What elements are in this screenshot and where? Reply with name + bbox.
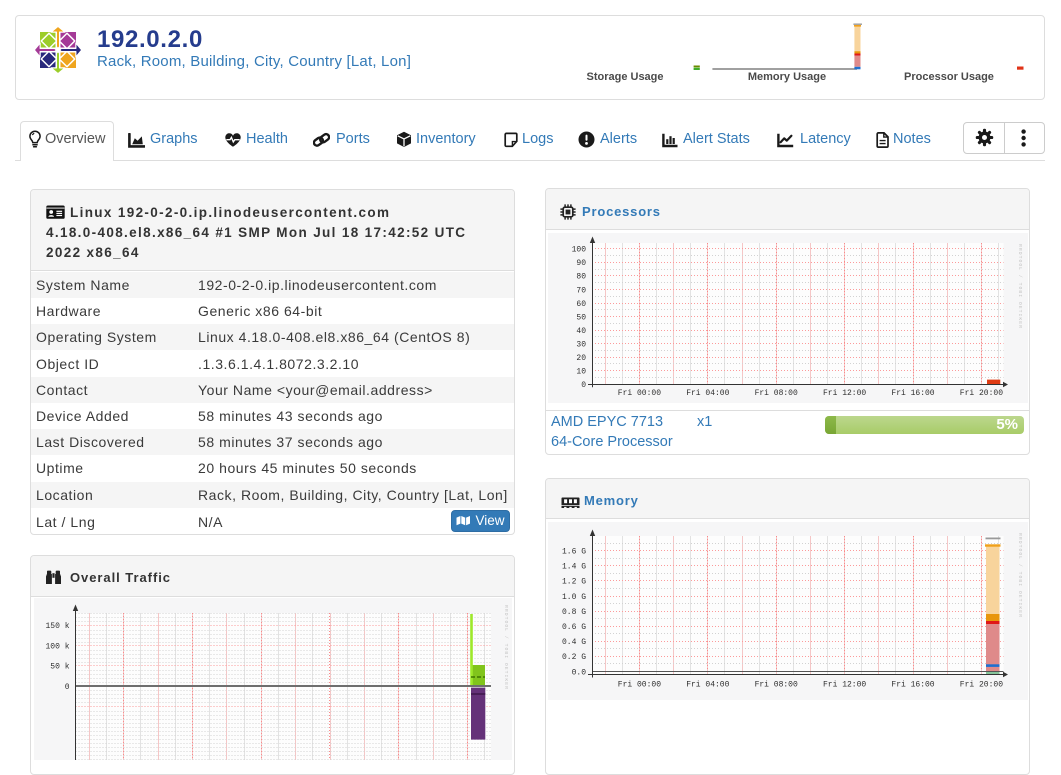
- svg-text:90: 90: [576, 259, 586, 268]
- svg-text:10: 10: [576, 368, 586, 377]
- svg-text:0.4 G: 0.4 G: [562, 638, 586, 647]
- svg-text:80: 80: [576, 273, 586, 282]
- svg-text:1.6 G: 1.6 G: [562, 548, 586, 557]
- svg-text:1.0 G: 1.0 G: [562, 593, 586, 602]
- svg-text:Fri 16:00: Fri 16:00: [891, 681, 934, 690]
- svg-text:1.2 G: 1.2 G: [562, 578, 586, 587]
- svg-text:Fri 00:00: Fri 00:00: [618, 681, 661, 690]
- svg-text:50 k: 50 k: [50, 663, 69, 672]
- svg-text:0: 0: [65, 683, 70, 692]
- svg-text:Fri 16:00: Fri 16:00: [891, 389, 934, 398]
- svg-text:0.2 G: 0.2 G: [562, 653, 586, 662]
- svg-text:Fri 08:00: Fri 08:00: [755, 681, 798, 690]
- svg-text:0: 0: [581, 381, 586, 390]
- svg-text:50: 50: [576, 313, 586, 322]
- svg-text:0.6 G: 0.6 G: [562, 623, 586, 632]
- svg-text:Fri 04:00: Fri 04:00: [686, 389, 729, 398]
- svg-text:RRDTOOL / TOBI OETIKER: RRDTOOL / TOBI OETIKER: [1017, 533, 1023, 618]
- svg-text:Fri 20:00: Fri 20:00: [960, 681, 1003, 690]
- svg-text:Fri 00:00: Fri 00:00: [618, 389, 661, 398]
- svg-text:70: 70: [576, 286, 586, 295]
- svg-text:Fri 04:00: Fri 04:00: [686, 681, 729, 690]
- svg-text:Fri 08:00: Fri 08:00: [755, 389, 798, 398]
- svg-text:Fri 12:00: Fri 12:00: [823, 681, 866, 690]
- svg-text:0.0: 0.0: [572, 668, 587, 677]
- svg-text:60: 60: [576, 300, 586, 309]
- svg-text:1.4 G: 1.4 G: [562, 563, 586, 572]
- svg-text:100: 100: [572, 246, 587, 255]
- svg-text:0.8 G: 0.8 G: [562, 608, 586, 617]
- svg-text:40: 40: [576, 327, 586, 336]
- svg-text:RRDTOOL / TOBI OETIKER: RRDTOOL / TOBI OETIKER: [1017, 244, 1023, 329]
- svg-text:Fri 12:00: Fri 12:00: [823, 389, 866, 398]
- svg-text:30: 30: [576, 340, 586, 349]
- svg-text:Fri 20:00: Fri 20:00: [960, 389, 1003, 398]
- svg-text:20: 20: [576, 354, 586, 363]
- svg-text:150 k: 150 k: [45, 622, 69, 631]
- svg-text:RRDTOOL / TOBI OETIKER: RRDTOOL / TOBI OETIKER: [503, 605, 509, 690]
- svg-text:100 k: 100 k: [45, 642, 69, 651]
